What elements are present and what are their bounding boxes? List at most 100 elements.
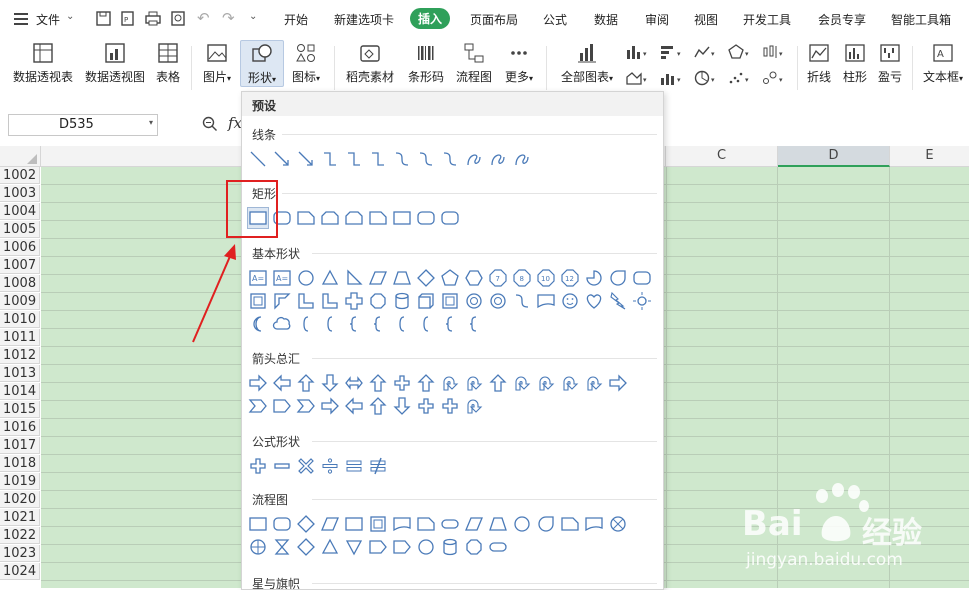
shape-octa-icon[interactable] [368,291,388,311]
shape-minus-icon[interactable] [272,456,292,476]
shape-para-icon[interactable] [464,514,484,534]
bar-chart-horizontal-icon[interactable]: ▾ [660,44,684,63]
shape-hexa-icon[interactable] [464,268,484,288]
shape-cube-icon[interactable] [416,291,436,311]
shape-divide-icon[interactable] [320,456,340,476]
print-icon[interactable] [145,11,161,29]
row-header[interactable]: 1006 [0,239,40,256]
row-header[interactable]: 1014 [0,383,40,400]
shape-trap-icon[interactable] [488,514,508,534]
shape-cloud-icon[interactable] [272,314,292,334]
shape-heart-icon[interactable] [584,291,604,311]
all-charts-button[interactable]: 全部图表▾ [556,42,618,85]
shape-numOct-icon[interactable]: 8 [512,268,532,288]
shape-donut-icon[interactable] [464,291,484,311]
shape-curve-icon[interactable] [392,149,412,169]
shape-textbox-icon[interactable]: A= [248,268,268,288]
shape-snip-icon[interactable] [416,514,436,534]
shape-halfframe-icon[interactable] [272,291,292,311]
shape-snip-icon[interactable] [296,208,316,228]
scatter-chart-icon[interactable]: ▾ [728,70,752,89]
shape-stadium-icon[interactable] [488,537,508,557]
shape-times-icon[interactable] [296,456,316,476]
shape-doc-icon[interactable] [584,514,604,534]
shape-snip2-icon[interactable] [320,208,340,228]
chevron-down-icon[interactable]: ▾ [149,118,153,127]
tab-review[interactable]: 审阅 [645,11,669,28]
shape-uturn-icon[interactable] [584,373,604,393]
shape-brace-icon[interactable] [464,314,484,334]
shape-pentArrow-icon[interactable] [272,396,292,416]
shape-rrect-icon[interactable] [632,268,652,288]
shape-curve-icon[interactable] [416,149,436,169]
shape-pentArrow-icon[interactable] [368,537,388,557]
shape-chevron-icon[interactable] [248,396,268,416]
shape-bracket-icon[interactable] [392,314,412,334]
save-icon[interactable] [96,11,111,29]
shape-rrect-icon[interactable] [440,208,460,228]
redo-icon[interactable]: ↷ [222,9,235,27]
tab-home[interactable]: 开始 [284,11,308,28]
shape-uturn-icon[interactable] [512,373,532,393]
shape-diamond-icon[interactable] [296,537,316,557]
row-header[interactable]: 1007 [0,257,40,274]
shape-tri-icon[interactable] [320,537,340,557]
shape-line-icon[interactable] [248,149,268,169]
row-header[interactable]: 1005 [0,221,40,238]
shape-circle-icon[interactable] [512,514,532,534]
shape-equal-icon[interactable] [344,456,364,476]
shape-rect-icon[interactable] [344,514,364,534]
shape-arrowL-icon[interactable] [272,373,292,393]
shape-squiggle-icon[interactable] [488,149,508,169]
shape-textbox-icon[interactable]: A= [272,268,292,288]
row-header[interactable]: 1010 [0,311,40,328]
row-header[interactable]: 1012 [0,347,40,364]
radar-chart-icon[interactable]: ▾ [728,44,752,63]
shape-curve-icon[interactable] [512,291,532,311]
shape-button[interactable]: 形状▾ [240,40,284,87]
row-header[interactable]: 1018 [0,455,40,472]
row-header[interactable]: 1023 [0,545,40,562]
shape-rrect-icon[interactable] [416,208,436,228]
shape-brace-icon[interactable] [344,314,364,334]
pivot-table-button[interactable]: 数据透视表 [10,42,76,85]
sparkline-column-button[interactable]: 柱形 [840,42,870,85]
shape-rtri-icon[interactable] [344,268,364,288]
shape-teardrop-icon[interactable] [608,268,628,288]
column-header-e[interactable]: E [890,146,969,167]
tab-smart-toolbox[interactable]: 智能工具箱 [891,11,951,28]
shape-snip2-icon[interactable] [344,208,364,228]
print-preview-icon[interactable] [171,11,186,29]
docer-material-button[interactable]: 稻壳素材 [344,42,396,85]
shape-frame-icon[interactable] [368,514,388,534]
barcode-button[interactable]: 条形码 [406,42,446,85]
shape-plus-icon[interactable] [440,396,460,416]
shape-donut-icon[interactable] [488,291,508,311]
export-pdf-icon[interactable]: P [120,11,135,29]
shape-arrowR-icon[interactable] [608,373,628,393]
more-button[interactable]: 更多▾ [500,42,538,85]
shape-para-icon[interactable] [368,268,388,288]
shape-lshape-icon[interactable] [320,291,340,311]
shape-circle-icon[interactable] [296,268,316,288]
shape-elbow-icon[interactable] [368,149,388,169]
stock-chart-icon[interactable]: ▾ [762,44,786,63]
shape-elbow-icon[interactable] [320,149,340,169]
shape-bracket-icon[interactable] [416,314,436,334]
row-header[interactable]: 1013 [0,365,40,382]
shape-trap-icon[interactable] [392,268,412,288]
chevron-down-icon[interactable]: ⌄ [66,11,74,22]
row-header[interactable]: 1004 [0,203,40,220]
shape-arrowR-icon[interactable] [320,396,340,416]
shape-arrowU-icon[interactable] [368,396,388,416]
row-header[interactable]: 1002 [0,167,40,184]
shape-can-icon[interactable] [392,291,412,311]
zoom-icon[interactable] [202,116,218,135]
sparkline-line-button[interactable]: 折线 [804,42,834,85]
shape-arrowR-icon[interactable] [248,373,268,393]
shape-squiggle-icon[interactable] [512,149,532,169]
shape-circle-icon[interactable] [416,537,436,557]
function-icon[interactable]: fx [228,114,242,132]
shape-numOct-icon[interactable]: 12 [560,268,580,288]
row-header[interactable]: 1009 [0,293,40,310]
